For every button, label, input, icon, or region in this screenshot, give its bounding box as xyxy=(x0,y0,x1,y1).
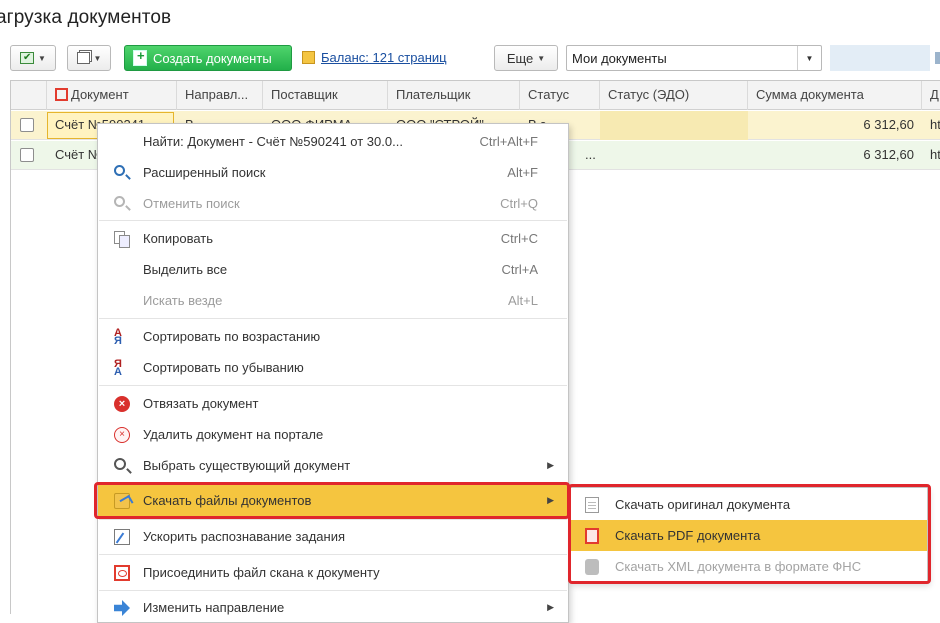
menu-item-attach-scan[interactable]: Присоединить файл скана к документу xyxy=(98,557,568,588)
cell-extra: ht xyxy=(930,117,940,132)
menu-separator xyxy=(99,318,567,319)
chevron-right-icon: ▶ xyxy=(547,460,554,470)
cell-extra: ht xyxy=(930,147,940,162)
menu-item-select-all[interactable]: Выделить все Ctrl+A xyxy=(98,254,568,285)
cell-sum: 6 312,60 xyxy=(863,147,914,162)
highlight-frame-submenu xyxy=(568,484,931,584)
chevron-down-icon[interactable]: ▼ xyxy=(797,46,821,70)
menu-separator xyxy=(99,590,567,591)
add-document-icon xyxy=(133,48,147,66)
column-header-supplier[interactable]: Поставщик xyxy=(263,81,388,110)
windows-icon xyxy=(76,52,90,64)
sort-asc-icon: АЯ xyxy=(114,327,122,347)
cell-status: ... xyxy=(585,147,596,162)
cell-edo-status xyxy=(600,141,748,170)
filter-select[interactable]: Мои документы ▼ xyxy=(566,45,822,71)
balance-link[interactable]: Баланс: 121 страниц xyxy=(321,50,447,65)
copy-menu-button[interactable]: ▼ xyxy=(67,45,111,71)
sort-desc-icon: ЯА xyxy=(114,358,122,378)
row-checkbox[interactable] xyxy=(20,148,34,162)
balance-icon xyxy=(302,51,315,64)
create-documents-label: Создать документы xyxy=(153,50,272,66)
menu-separator xyxy=(99,554,567,555)
menu-item-copy[interactable]: Копировать Ctrl+C xyxy=(98,223,568,254)
column-header-edo-status[interactable]: Статус (ЭДО) xyxy=(600,81,748,110)
menu-item-speed-up-recognition[interactable]: Ускорить распознавание задания xyxy=(98,521,568,552)
chevron-down-icon: ▼ xyxy=(38,53,46,63)
menu-item-advanced-search[interactable]: Расширенный поиск Alt+F xyxy=(98,157,568,188)
menu-separator xyxy=(99,519,567,520)
menu-item-search-everywhere[interactable]: Искать везде Alt+L xyxy=(98,285,568,316)
chevron-down-icon: ▼ xyxy=(537,53,546,63)
cancel-search-icon xyxy=(114,196,125,207)
page-title: агрузка документов xyxy=(0,7,172,28)
column-header-status[interactable]: Статус xyxy=(520,81,600,110)
row-checkbox[interactable] xyxy=(20,118,34,132)
column-header-payer[interactable]: Плательщик xyxy=(388,81,520,110)
menu-item-choose-existing[interactable]: Выбрать существующий документ ▶ xyxy=(98,450,568,481)
context-menu: Найти: Документ - Счёт №590241 от 30.0..… xyxy=(97,123,569,623)
cell-edo-status xyxy=(600,111,748,140)
column-header-direction[interactable]: Направл... xyxy=(177,81,263,110)
pdf-icon xyxy=(114,565,130,581)
unlink-icon: × xyxy=(114,396,130,412)
column-header-document[interactable]: Документ xyxy=(47,81,177,110)
menu-item-sort-desc[interactable]: ЯА Сортировать по убыванию xyxy=(98,352,568,383)
filter-value: Мои документы xyxy=(572,50,667,66)
balance[interactable]: Баланс: 121 страниц xyxy=(302,50,447,65)
create-documents-button[interactable]: Создать документы xyxy=(124,45,292,71)
menu-item-sort-asc[interactable]: АЯ Сортировать по возрастанию xyxy=(98,321,568,352)
menu-item-delete-on-portal[interactable]: × Удалить документ на портале xyxy=(98,419,568,450)
chevron-right-icon: ▶ xyxy=(547,602,554,612)
menu-item-change-direction[interactable]: Изменить направление ▶ xyxy=(98,592,568,623)
more-button[interactable]: Еще ▼ xyxy=(494,45,558,71)
select-all-button[interactable]: ✔ ▼ xyxy=(10,45,56,71)
chevron-down-icon: ▼ xyxy=(93,53,102,63)
copy-icon xyxy=(114,231,130,248)
cell-sum: 6 312,60 xyxy=(863,117,914,132)
search-icon xyxy=(114,165,125,176)
speed-icon xyxy=(114,529,130,545)
menu-item-cancel-search[interactable]: Отменить поиск Ctrl+Q xyxy=(98,188,568,219)
column-header-extra[interactable]: Д xyxy=(922,81,940,110)
menu-separator xyxy=(99,220,567,221)
menu-item-unlink-document[interactable]: × Отвязать документ xyxy=(98,388,568,419)
checkbox-list-icon: ✔ xyxy=(20,52,35,64)
magnifier-icon xyxy=(114,458,126,470)
checkbox-column-header[interactable] xyxy=(11,81,47,110)
more-label: Еще xyxy=(506,50,534,66)
menu-separator xyxy=(99,385,567,386)
blurred-area xyxy=(830,45,930,71)
delete-icon: × xyxy=(114,427,130,443)
table-header: Документ Направл... Поставщик Плательщик… xyxy=(11,81,940,110)
pdf-icon xyxy=(55,88,68,101)
menu-item-find[interactable]: Найти: Документ - Счёт №590241 от 30.0..… xyxy=(98,126,568,157)
highlight-frame-menu xyxy=(94,482,570,519)
blurred-mark xyxy=(935,52,940,64)
column-header-sum[interactable]: Сумма документа xyxy=(748,81,922,110)
